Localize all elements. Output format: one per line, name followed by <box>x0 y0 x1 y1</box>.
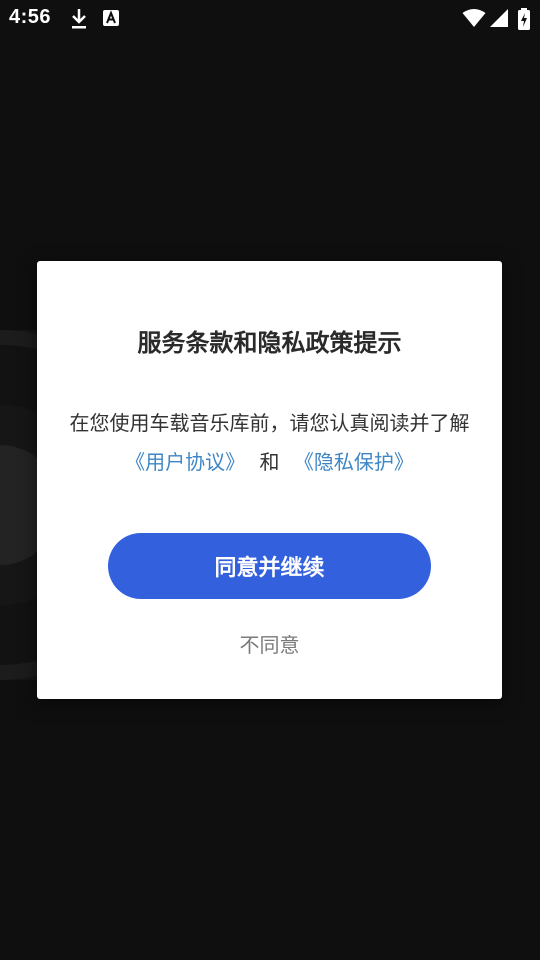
links-connector: 和 <box>259 450 280 474</box>
agree-continue-button[interactable]: 同意并继续 <box>108 533 431 599</box>
terms-privacy-dialog: 服务条款和隐私政策提示 在您使用车载音乐库前，请您认真阅读并了解 《用户协议》 … <box>37 261 502 699</box>
battery-charging-icon <box>518 8 530 30</box>
signal-icon <box>490 9 508 27</box>
user-agreement-link[interactable]: 《用户协议》 <box>125 450 245 474</box>
dialog-message: 在您使用车载音乐库前，请您认真阅读并了解 <box>69 411 470 435</box>
status-time: 4:56 <box>9 6 52 28</box>
wifi-icon <box>462 9 486 27</box>
dialog-title: 服务条款和隐私政策提示 <box>137 329 402 357</box>
download-icon <box>72 9 86 29</box>
screen: 4:56 服务条款和隐私政策提示 在您使用车载音乐库前，请您认真阅读并了解 《用… <box>0 0 540 960</box>
status-bar: 4:56 <box>0 0 540 38</box>
disagree-button[interactable]: 不同意 <box>37 629 502 658</box>
dialog-links: 《用户协议》 和 《隐私保护》 <box>37 446 502 475</box>
privacy-policy-link[interactable]: 《隐私保护》 <box>294 450 414 474</box>
app-a-icon <box>103 10 119 26</box>
